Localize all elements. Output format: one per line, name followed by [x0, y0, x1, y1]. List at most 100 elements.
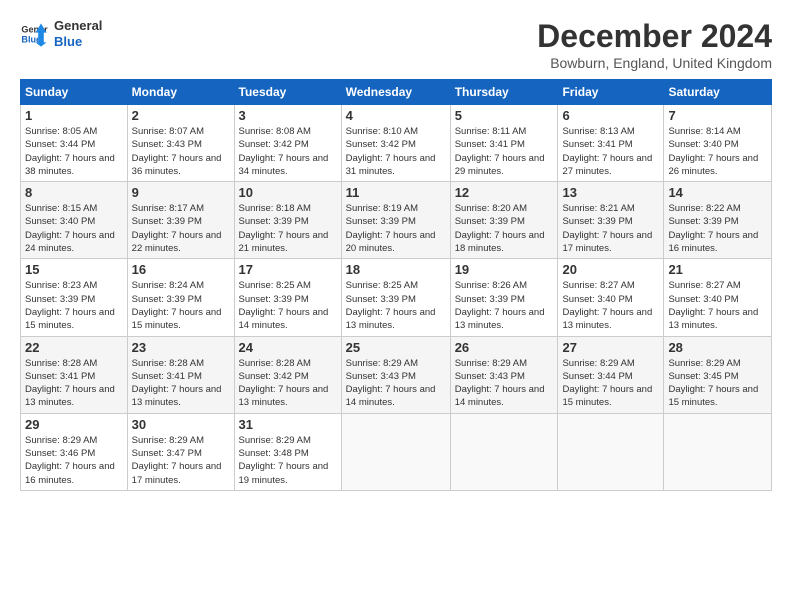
- calendar-cell: 2 Sunrise: 8:07 AM Sunset: 3:43 PM Dayli…: [127, 105, 234, 182]
- day-detail: Sunrise: 8:25 AM Sunset: 3:39 PM Dayligh…: [346, 279, 446, 332]
- day-number: 9: [132, 185, 230, 200]
- day-number: 24: [239, 340, 337, 355]
- calendar-cell: [341, 413, 450, 490]
- logo-line1: General: [54, 18, 102, 34]
- day-number: 28: [668, 340, 767, 355]
- day-number: 6: [562, 108, 659, 123]
- calendar-cell: 19 Sunrise: 8:26 AM Sunset: 3:39 PM Dayl…: [450, 259, 558, 336]
- day-detail: Sunrise: 8:13 AM Sunset: 3:41 PM Dayligh…: [562, 125, 659, 178]
- calendar-header: Sunday Monday Tuesday Wednesday Thursday…: [21, 80, 772, 105]
- day-detail: Sunrise: 8:05 AM Sunset: 3:44 PM Dayligh…: [25, 125, 123, 178]
- calendar-week-2: 8 Sunrise: 8:15 AM Sunset: 3:40 PM Dayli…: [21, 182, 772, 259]
- main-title: December 2024: [537, 18, 772, 55]
- day-number: 23: [132, 340, 230, 355]
- day-number: 12: [455, 185, 554, 200]
- calendar-week-4: 22 Sunrise: 8:28 AM Sunset: 3:41 PM Dayl…: [21, 336, 772, 413]
- day-number: 29: [25, 417, 123, 432]
- col-tuesday: Tuesday: [234, 80, 341, 105]
- subtitle: Bowburn, England, United Kingdom: [537, 55, 772, 71]
- day-number: 15: [25, 262, 123, 277]
- day-detail: Sunrise: 8:29 AM Sunset: 3:48 PM Dayligh…: [239, 434, 337, 487]
- calendar-cell: 11 Sunrise: 8:19 AM Sunset: 3:39 PM Dayl…: [341, 182, 450, 259]
- day-detail: Sunrise: 8:20 AM Sunset: 3:39 PM Dayligh…: [455, 202, 554, 255]
- day-detail: Sunrise: 8:21 AM Sunset: 3:39 PM Dayligh…: [562, 202, 659, 255]
- day-detail: Sunrise: 8:26 AM Sunset: 3:39 PM Dayligh…: [455, 279, 554, 332]
- calendar-cell: 24 Sunrise: 8:28 AM Sunset: 3:42 PM Dayl…: [234, 336, 341, 413]
- calendar-cell: 6 Sunrise: 8:13 AM Sunset: 3:41 PM Dayli…: [558, 105, 664, 182]
- day-detail: Sunrise: 8:10 AM Sunset: 3:42 PM Dayligh…: [346, 125, 446, 178]
- day-detail: Sunrise: 8:28 AM Sunset: 3:42 PM Dayligh…: [239, 357, 337, 410]
- calendar-week-3: 15 Sunrise: 8:23 AM Sunset: 3:39 PM Dayl…: [21, 259, 772, 336]
- calendar-cell: 16 Sunrise: 8:24 AM Sunset: 3:39 PM Dayl…: [127, 259, 234, 336]
- day-detail: Sunrise: 8:29 AM Sunset: 3:43 PM Dayligh…: [346, 357, 446, 410]
- day-detail: Sunrise: 8:07 AM Sunset: 3:43 PM Dayligh…: [132, 125, 230, 178]
- calendar-cell: 29 Sunrise: 8:29 AM Sunset: 3:46 PM Dayl…: [21, 413, 128, 490]
- calendar-cell: [558, 413, 664, 490]
- col-wednesday: Wednesday: [341, 80, 450, 105]
- calendar-cell: 7 Sunrise: 8:14 AM Sunset: 3:40 PM Dayli…: [664, 105, 772, 182]
- calendar-cell: 14 Sunrise: 8:22 AM Sunset: 3:39 PM Dayl…: [664, 182, 772, 259]
- calendar-cell: 5 Sunrise: 8:11 AM Sunset: 3:41 PM Dayli…: [450, 105, 558, 182]
- day-detail: Sunrise: 8:28 AM Sunset: 3:41 PM Dayligh…: [132, 357, 230, 410]
- calendar-cell: 25 Sunrise: 8:29 AM Sunset: 3:43 PM Dayl…: [341, 336, 450, 413]
- header-row: Sunday Monday Tuesday Wednesday Thursday…: [21, 80, 772, 105]
- calendar-cell: 9 Sunrise: 8:17 AM Sunset: 3:39 PM Dayli…: [127, 182, 234, 259]
- day-number: 27: [562, 340, 659, 355]
- day-number: 14: [668, 185, 767, 200]
- day-number: 26: [455, 340, 554, 355]
- day-number: 16: [132, 262, 230, 277]
- col-friday: Friday: [558, 80, 664, 105]
- calendar-cell: 17 Sunrise: 8:25 AM Sunset: 3:39 PM Dayl…: [234, 259, 341, 336]
- day-number: 13: [562, 185, 659, 200]
- calendar-cell: [450, 413, 558, 490]
- day-number: 4: [346, 108, 446, 123]
- calendar-cell: 23 Sunrise: 8:28 AM Sunset: 3:41 PM Dayl…: [127, 336, 234, 413]
- day-number: 25: [346, 340, 446, 355]
- calendar-cell: 1 Sunrise: 8:05 AM Sunset: 3:44 PM Dayli…: [21, 105, 128, 182]
- col-monday: Monday: [127, 80, 234, 105]
- day-detail: Sunrise: 8:28 AM Sunset: 3:41 PM Dayligh…: [25, 357, 123, 410]
- calendar-cell: 28 Sunrise: 8:29 AM Sunset: 3:45 PM Dayl…: [664, 336, 772, 413]
- calendar-cell: 10 Sunrise: 8:18 AM Sunset: 3:39 PM Dayl…: [234, 182, 341, 259]
- calendar-body: 1 Sunrise: 8:05 AM Sunset: 3:44 PM Dayli…: [21, 105, 772, 491]
- day-number: 20: [562, 262, 659, 277]
- day-detail: Sunrise: 8:11 AM Sunset: 3:41 PM Dayligh…: [455, 125, 554, 178]
- day-detail: Sunrise: 8:27 AM Sunset: 3:40 PM Dayligh…: [562, 279, 659, 332]
- calendar-cell: 21 Sunrise: 8:27 AM Sunset: 3:40 PM Dayl…: [664, 259, 772, 336]
- day-detail: Sunrise: 8:15 AM Sunset: 3:40 PM Dayligh…: [25, 202, 123, 255]
- col-thursday: Thursday: [450, 80, 558, 105]
- day-number: 8: [25, 185, 123, 200]
- day-number: 11: [346, 185, 446, 200]
- calendar-cell: 30 Sunrise: 8:29 AM Sunset: 3:47 PM Dayl…: [127, 413, 234, 490]
- day-detail: Sunrise: 8:22 AM Sunset: 3:39 PM Dayligh…: [668, 202, 767, 255]
- day-detail: Sunrise: 8:25 AM Sunset: 3:39 PM Dayligh…: [239, 279, 337, 332]
- col-sunday: Sunday: [21, 80, 128, 105]
- calendar-cell: 27 Sunrise: 8:29 AM Sunset: 3:44 PM Dayl…: [558, 336, 664, 413]
- day-detail: Sunrise: 8:29 AM Sunset: 3:47 PM Dayligh…: [132, 434, 230, 487]
- day-detail: Sunrise: 8:27 AM Sunset: 3:40 PM Dayligh…: [668, 279, 767, 332]
- calendar-cell: 31 Sunrise: 8:29 AM Sunset: 3:48 PM Dayl…: [234, 413, 341, 490]
- logo: General Blue General Blue: [20, 18, 102, 49]
- day-detail: Sunrise: 8:08 AM Sunset: 3:42 PM Dayligh…: [239, 125, 337, 178]
- day-number: 19: [455, 262, 554, 277]
- title-block: December 2024 Bowburn, England, United K…: [537, 18, 772, 71]
- calendar-cell: 22 Sunrise: 8:28 AM Sunset: 3:41 PM Dayl…: [21, 336, 128, 413]
- calendar-cell: 20 Sunrise: 8:27 AM Sunset: 3:40 PM Dayl…: [558, 259, 664, 336]
- calendar-cell: 15 Sunrise: 8:23 AM Sunset: 3:39 PM Dayl…: [21, 259, 128, 336]
- col-saturday: Saturday: [664, 80, 772, 105]
- calendar-week-5: 29 Sunrise: 8:29 AM Sunset: 3:46 PM Dayl…: [21, 413, 772, 490]
- calendar-cell: 13 Sunrise: 8:21 AM Sunset: 3:39 PM Dayl…: [558, 182, 664, 259]
- calendar-cell: 4 Sunrise: 8:10 AM Sunset: 3:42 PM Dayli…: [341, 105, 450, 182]
- day-number: 31: [239, 417, 337, 432]
- logo-text: General Blue: [54, 18, 102, 49]
- day-detail: Sunrise: 8:29 AM Sunset: 3:46 PM Dayligh…: [25, 434, 123, 487]
- day-number: 5: [455, 108, 554, 123]
- logo-icon: General Blue: [20, 20, 48, 48]
- day-detail: Sunrise: 8:19 AM Sunset: 3:39 PM Dayligh…: [346, 202, 446, 255]
- day-detail: Sunrise: 8:29 AM Sunset: 3:43 PM Dayligh…: [455, 357, 554, 410]
- day-detail: Sunrise: 8:18 AM Sunset: 3:39 PM Dayligh…: [239, 202, 337, 255]
- page: General Blue General Blue December 2024 …: [0, 0, 792, 612]
- day-number: 30: [132, 417, 230, 432]
- day-number: 3: [239, 108, 337, 123]
- day-detail: Sunrise: 8:23 AM Sunset: 3:39 PM Dayligh…: [25, 279, 123, 332]
